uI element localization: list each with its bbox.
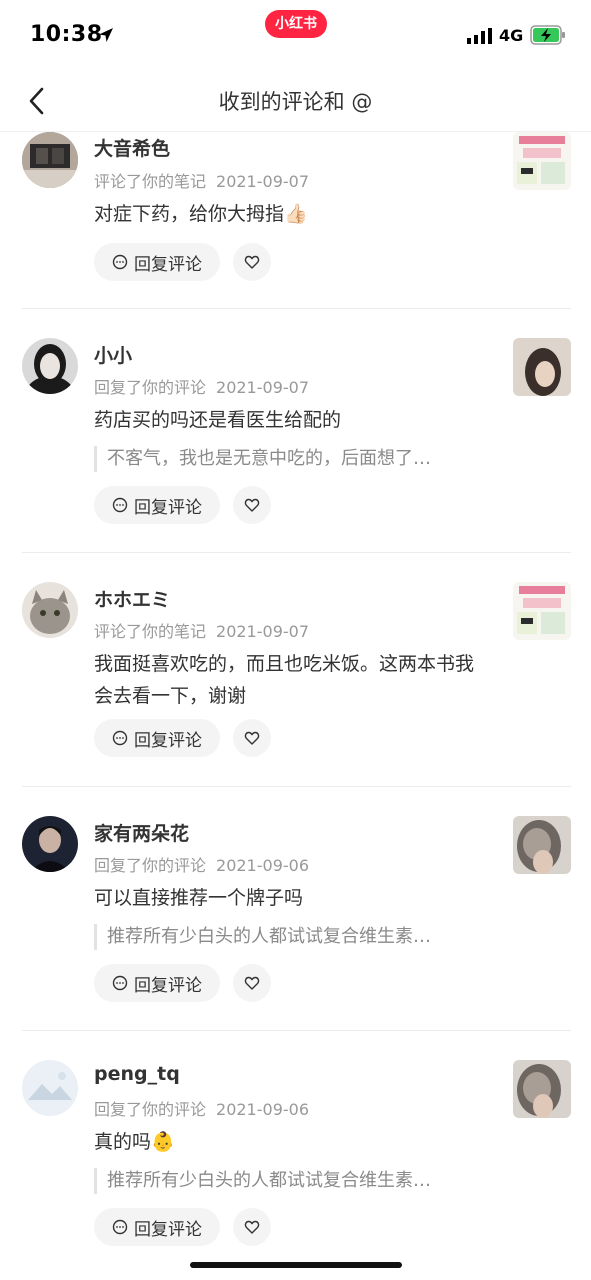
comment-meta: 评论了你的笔记 2021-09-07 [94, 168, 309, 192]
comment-date: 2021-09-07 [216, 378, 309, 397]
quoted-comment[interactable]: 不客气，我也是无意中吃的，后面想了… [94, 446, 484, 472]
like-button[interactable] [233, 1208, 271, 1246]
nav-header: 收到的评论和 @ [0, 70, 591, 132]
brand-logo: 小红书 [265, 10, 327, 38]
comment-text[interactable]: 药店买的吗还是看医生给配的 [94, 404, 494, 436]
reply-label: 回复评论 [134, 1219, 202, 1240]
like-button[interactable] [233, 719, 271, 757]
comment-item[interactable]: ホホエミ 评论了你的笔记 2021-09-07 我面挺喜欢吃的，而且也吃米饭。这两… [0, 552, 591, 786]
quoted-comment[interactable]: 推荐所有少白头的人都试试复合维生素… [94, 924, 484, 950]
note-thumbnail[interactable] [513, 132, 571, 190]
action-text: 评论了你的笔记 [94, 172, 207, 191]
reply-button[interactable]: 回复评论 [94, 486, 220, 524]
comment-meta: 回复了你的评论 2021-09-07 [94, 374, 309, 398]
note-thumbnail[interactable] [513, 816, 571, 874]
note-thumbnail[interactable] [513, 582, 571, 640]
comment-item[interactable]: 小小 回复了你的评论 2021-09-07 药店买的吗还是看医生给配的 不客气，我… [0, 308, 591, 552]
comment-item[interactable]: 家有两朵花 回复了你的评论 2021-09-06 可以直接推荐一个牌子吗 推荐所有… [0, 786, 591, 1030]
comment-date: 2021-09-07 [216, 172, 309, 191]
comment-meta: 回复了你的评论 2021-09-06 [94, 852, 309, 876]
signal-icon [467, 28, 492, 44]
avatar[interactable] [22, 132, 78, 188]
location-arrow-icon [99, 28, 113, 42]
heart-icon [244, 976, 260, 990]
home-indicator[interactable] [190, 1262, 402, 1268]
note-thumbnail[interactable] [513, 1060, 571, 1118]
like-button[interactable] [233, 243, 271, 281]
comment-text[interactable]: 真的吗👶 [94, 1126, 494, 1158]
reply-label: 回复评论 [134, 975, 202, 996]
reply-label: 回复评论 [134, 730, 202, 751]
username[interactable]: 家有两朵花 [94, 819, 189, 846]
heart-icon [244, 1220, 260, 1234]
like-button[interactable] [233, 486, 271, 524]
action-text: 回复了你的评论 [94, 1100, 207, 1119]
action-text: 评论了你的笔记 [94, 622, 207, 641]
comment-bubble-icon [112, 1219, 128, 1235]
note-thumbnail[interactable] [513, 338, 571, 396]
comment-bubble-icon [112, 730, 128, 746]
like-button[interactable] [233, 964, 271, 1002]
username[interactable]: peng_tq [94, 1063, 180, 1085]
comment-item[interactable]: peng_tq 回复了你的评论 2021-09-06 真的吗👶 推荐所有少白头的人… [0, 1030, 591, 1280]
reply-button[interactable]: 回复评论 [94, 1208, 220, 1246]
heart-icon [244, 255, 260, 269]
action-text: 回复了你的评论 [94, 856, 207, 875]
action-text: 回复了你的评论 [94, 378, 207, 397]
reply-label: 回复评论 [134, 497, 202, 518]
reply-button[interactable]: 回复评论 [94, 719, 220, 757]
avatar[interactable] [22, 582, 78, 638]
network-type: 4G [499, 26, 524, 45]
reply-button[interactable]: 回复评论 [94, 964, 220, 1002]
comment-text[interactable]: 我面挺喜欢吃的，而且也吃米饭。这两本书我会去看一下，谢谢 [94, 648, 489, 712]
comment-bubble-icon [112, 254, 128, 270]
comment-list: 大音希色 评论了你的笔记 2021-09-07 对症下药，给你大拇指👍🏻 回复评论 [0, 132, 591, 1280]
comment-bubble-icon [112, 497, 128, 513]
status-time: 10:38 [30, 22, 103, 47]
avatar[interactable] [22, 1060, 78, 1116]
comment-bubble-icon [112, 975, 128, 991]
quoted-comment[interactable]: 推荐所有少白头的人都试试复合维生素… [94, 1168, 484, 1194]
avatar[interactable] [22, 816, 78, 872]
comment-text[interactable]: 可以直接推荐一个牌子吗 [94, 882, 494, 914]
reply-label: 回复评论 [134, 254, 202, 275]
reply-button[interactable]: 回复评论 [94, 243, 220, 281]
comment-text[interactable]: 对症下药，给你大拇指👍🏻 [94, 198, 494, 230]
battery-charging-icon [530, 25, 565, 45]
comment-meta: 回复了你的评论 2021-09-06 [94, 1096, 309, 1120]
heart-icon [244, 731, 260, 745]
comment-item[interactable]: 大音希色 评论了你的笔记 2021-09-07 对症下药，给你大拇指👍🏻 回复评论 [0, 132, 591, 310]
comment-date: 2021-09-06 [216, 856, 309, 875]
username[interactable]: 大音希色 [94, 134, 170, 161]
comment-date: 2021-09-06 [216, 1100, 309, 1119]
avatar[interactable] [22, 338, 78, 394]
page-title: 收到的评论和 @ [218, 90, 373, 114]
username[interactable]: 小小 [94, 341, 132, 368]
comment-meta: 评论了你的笔记 2021-09-07 [94, 618, 309, 642]
heart-icon [244, 498, 260, 512]
status-bar: 10:38 小红书 4G [0, 0, 591, 70]
comment-date: 2021-09-07 [216, 622, 309, 641]
username[interactable]: ホホエミ [94, 585, 170, 612]
